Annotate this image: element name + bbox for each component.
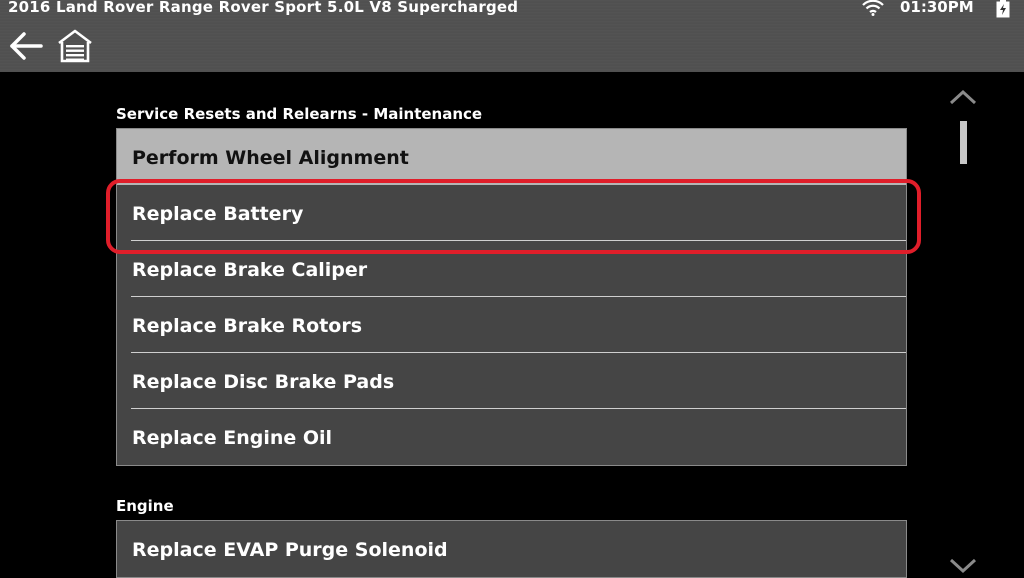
vehicle-title: 2016 Land Rover Range Rover Sport 5.0L V… [8, 0, 519, 16]
list-item-label: Replace Engine Oil [132, 427, 333, 449]
list-item-label: Replace EVAP Purge Solenoid [132, 539, 448, 561]
list-item-label: Replace Battery [132, 203, 304, 225]
list-item-replace-brake-caliper[interactable]: Replace Brake Caliper [117, 241, 906, 297]
wifi-icon [862, 0, 884, 16]
list-item-label: Replace Brake Rotors [132, 315, 363, 337]
list-item-replace-brake-rotors[interactable]: Replace Brake Rotors [117, 297, 906, 353]
battery-charging-icon [996, 0, 1010, 18]
home-garage-icon [58, 29, 92, 63]
list-item-replace-battery[interactable]: Replace Battery [117, 185, 906, 241]
scroll-up-button[interactable] [948, 88, 978, 106]
maintenance-list: Perform Wheel Alignment Replace Battery … [116, 128, 907, 466]
clock: 01:30PM [900, 0, 974, 16]
section-header-engine: Engine [116, 497, 174, 515]
list-item-replace-evap-purge-solenoid[interactable]: Replace EVAP Purge Solenoid [117, 521, 906, 577]
list-item-perform-wheel-alignment[interactable]: Perform Wheel Alignment [117, 129, 906, 185]
list-item-replace-engine-oil[interactable]: Replace Engine Oil [117, 409, 906, 465]
section-header-maintenance: Service Resets and Relearns - Maintenanc… [116, 105, 483, 123]
list-item-replace-disc-brake-pads[interactable]: Replace Disc Brake Pads [117, 353, 906, 409]
chevron-down-icon [949, 558, 977, 574]
list-item-label: Replace Brake Caliper [132, 259, 368, 281]
back-arrow-icon [10, 32, 43, 60]
list-item-label: Perform Wheel Alignment [132, 147, 409, 169]
back-button[interactable] [8, 30, 44, 62]
top-bar: 2016 Land Rover Range Rover Sport 5.0L V… [0, 0, 1024, 72]
scroll-down-button[interactable] [948, 556, 978, 574]
home-button[interactable] [56, 28, 94, 64]
list-item-label: Replace Disc Brake Pads [132, 371, 395, 393]
engine-list: Replace EVAP Purge Solenoid [116, 520, 907, 578]
chevron-up-icon [949, 89, 977, 105]
scrollbar-thumb[interactable] [960, 121, 967, 164]
